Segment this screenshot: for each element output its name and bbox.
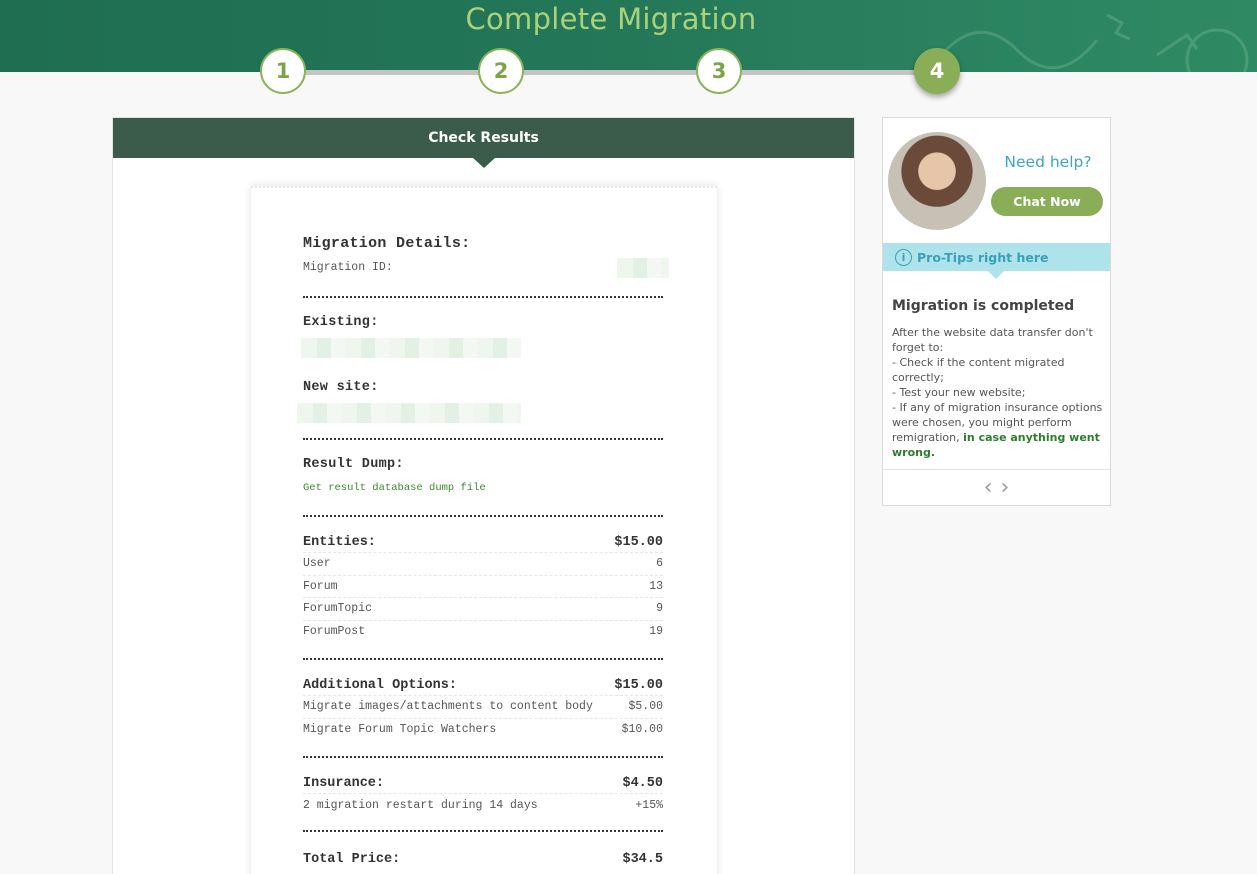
pro-tips-banner: i Pro-Tips right here xyxy=(883,243,1110,279)
divider xyxy=(303,756,663,758)
table-row: Migrate Forum Topic Watchers $10.00 xyxy=(303,723,663,737)
additional-options-section: Additional Options: $15.00 Migrate images… xyxy=(303,676,663,741)
existing-label: Existing: xyxy=(303,315,379,330)
divider xyxy=(303,438,663,440)
migration-id-label: Migration ID: xyxy=(303,261,393,274)
step-2[interactable]: 2 xyxy=(478,48,524,94)
table-row: ForumPost 19 xyxy=(303,625,663,639)
header-banner: Complete Migration xyxy=(0,0,1257,72)
chat-now-button[interactable]: Chat Now xyxy=(991,187,1103,216)
existing-url-redacted xyxy=(301,338,521,358)
divider xyxy=(303,658,663,660)
pro-tips-label: Pro-Tips right here xyxy=(917,249,1049,265)
chevron-right-icon[interactable]: › xyxy=(1001,476,1010,499)
step-1[interactable]: 1 xyxy=(260,48,306,94)
divider xyxy=(303,830,663,832)
new-site-label: New site: xyxy=(303,380,379,395)
tip-body: After the website data transfer don't fo… xyxy=(892,326,1103,459)
panel-title: Check Results xyxy=(113,118,854,168)
migration-id-redacted xyxy=(617,258,669,278)
insurance-label: Insurance: xyxy=(303,776,385,791)
page-title: Complete Migration xyxy=(465,2,757,36)
entities-total: $15.00 xyxy=(614,535,663,550)
new-site-url-redacted xyxy=(297,403,521,423)
table-row: Forum 13 xyxy=(303,576,663,598)
step-connector xyxy=(524,70,699,75)
info-icon: i xyxy=(895,248,912,266)
need-help-text: Need help? xyxy=(1004,153,1092,171)
migration-details-title: Migration Details: xyxy=(303,235,471,252)
result-dump-label: Result Dump: xyxy=(303,457,404,472)
table-row: 2 migration restart during 14 days +15% xyxy=(303,798,663,812)
chevron-left-icon[interactable]: ‹ xyxy=(984,476,993,499)
insurance-total: $4.50 xyxy=(622,776,663,791)
receipt: Migration Details: Migration ID: Existin… xyxy=(251,186,717,874)
tips-pager: ‹ › xyxy=(883,469,1110,505)
result-dump-link[interactable]: Get result database dump file xyxy=(303,482,663,494)
step-4: 4 xyxy=(914,48,960,94)
total-price-value: $34.5 xyxy=(622,851,663,867)
step-connector xyxy=(306,70,481,75)
entities-section: Entities: $15.00 User 6 Forum 13 ForumTopic… xyxy=(303,533,663,643)
total-price-label: Total Price: xyxy=(303,851,401,867)
additional-options-label: Additional Options: xyxy=(303,678,457,693)
table-row: Migrate images/attachments to content bo… xyxy=(303,696,663,719)
entities-label: Entities: xyxy=(303,535,376,550)
table-row: User 6 xyxy=(303,553,663,576)
tip-title: Migration is completed xyxy=(892,298,1075,314)
step-connector xyxy=(742,70,918,75)
results-panel: Check Results Migration Details: Migrati… xyxy=(112,117,855,874)
support-agent-avatar xyxy=(888,132,986,230)
insurance-section: Insurance: $4.50 2 migration restart duri… xyxy=(303,774,663,817)
help-sidebar: Need help? Chat Now i Pro-Tips right her… xyxy=(882,117,1111,506)
additional-options-total: $15.00 xyxy=(614,678,663,693)
step-3[interactable]: 3 xyxy=(696,48,742,94)
divider xyxy=(303,515,663,517)
table-row: ForumTopic 9 xyxy=(303,598,663,621)
divider xyxy=(303,296,663,298)
